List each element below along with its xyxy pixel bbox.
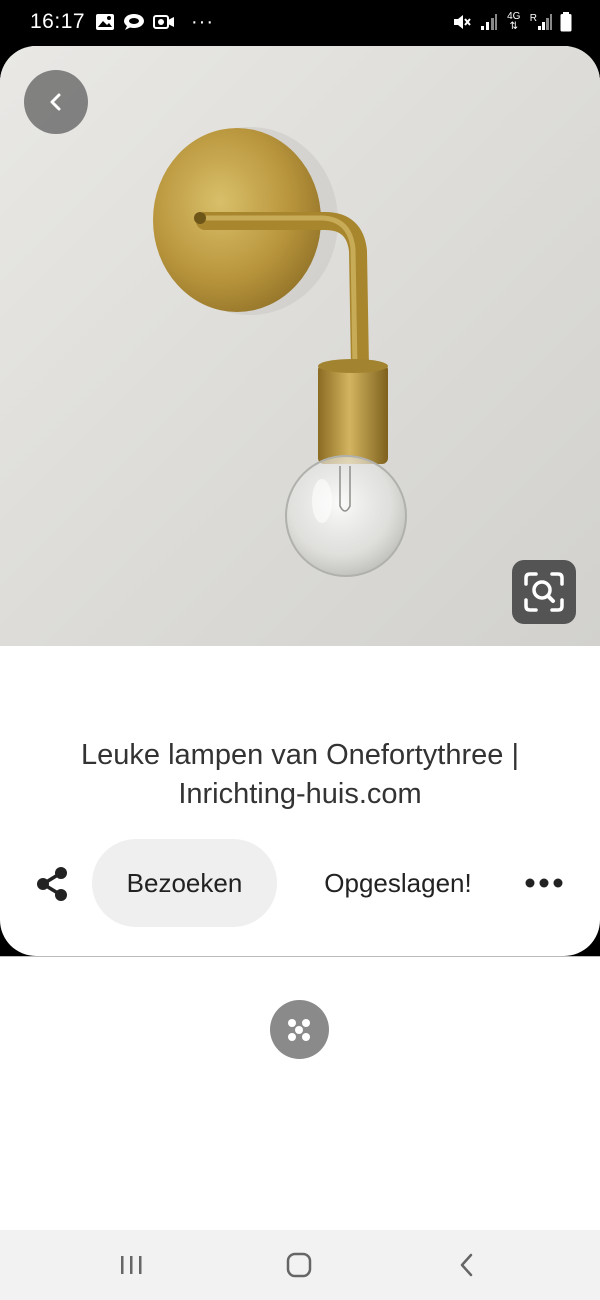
roaming-signal-icon: R: [530, 13, 552, 31]
gallery-icon: [96, 14, 114, 30]
share-icon: [37, 867, 67, 901]
recent-apps-icon: [121, 1256, 142, 1274]
back-icon: [460, 1253, 473, 1277]
roaming-label: R: [529, 13, 537, 24]
network-label: 4G: [507, 11, 521, 22]
visual-search-icon: [524, 572, 564, 612]
pin-card-container: Leuke lampen van Onefortythree | Inricht…: [0, 46, 600, 956]
back-button[interactable]: [24, 70, 88, 134]
loading-spinner: [270, 1000, 329, 1059]
status-time: 16:17: [30, 10, 86, 33]
system-icons: 4G ⇅ R: [452, 12, 572, 32]
more-dots-icon: [525, 878, 563, 888]
signal-icon: [480, 14, 497, 30]
recent-apps-button[interactable]: [101, 1248, 161, 1282]
more-notifications-icon: ···: [191, 11, 214, 33]
battery-icon: [560, 12, 572, 32]
mute-icon: [453, 15, 471, 29]
navigation-bar: [0, 1230, 600, 1300]
pin-image[interactable]: [0, 46, 600, 646]
chevron-left-icon: [50, 93, 61, 111]
screen-record-icon: [153, 15, 174, 29]
status-bar: 16:17 ··· 4G ⇅ R: [0, 0, 600, 46]
brass-wall-lamp-photo: [153, 127, 407, 577]
chat-icon: [124, 14, 144, 30]
pin-title: Leuke lampen van Onefortythree | Inricht…: [81, 739, 519, 810]
home-button[interactable]: [269, 1248, 329, 1282]
loading-dots-icon: [288, 1019, 310, 1041]
home-icon: [286, 1252, 312, 1278]
notification-icons: ···: [95, 12, 214, 32]
more-options-button[interactable]: [520, 868, 568, 898]
share-button[interactable]: [30, 862, 74, 906]
pin-card: Leuke lampen van Onefortythree | Inricht…: [0, 46, 600, 956]
saved-button[interactable]: Opgeslagen!: [300, 839, 496, 927]
nav-back-button[interactable]: [437, 1248, 497, 1282]
visual-search-button[interactable]: [512, 560, 576, 624]
visit-button[interactable]: Bezoeken: [92, 839, 277, 927]
network-4g-icon: 4G ⇅: [507, 11, 521, 32]
divider: [0, 956, 600, 957]
